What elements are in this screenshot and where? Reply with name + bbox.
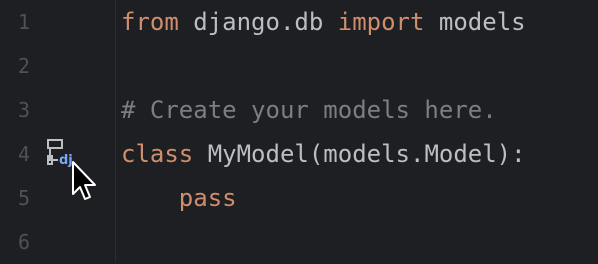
line-code[interactable]: class MyModel(models.Model):: [121, 132, 526, 176]
line-number: 5: [17, 186, 30, 210]
code-editor[interactable]: 1 from django.db import models 2 3 # Cre…: [0, 0, 598, 262]
code-comment: # Create your models here.: [121, 96, 497, 124]
code-token: class: [121, 140, 194, 168]
line-number: 4: [17, 142, 30, 166]
line-code[interactable]: from django.db import models: [121, 0, 526, 44]
line-number: 1: [17, 10, 30, 34]
line-number: 6: [17, 230, 30, 254]
code-token: django.db: [178, 8, 338, 36]
code-token: from: [121, 8, 179, 36]
line-code[interactable]: # Create your models here.: [121, 88, 497, 132]
code-line-3[interactable]: 3 # Create your models here.: [0, 88, 598, 132]
line-number: 2: [17, 54, 30, 78]
code-token: models: [424, 8, 526, 36]
line-number: 3: [17, 98, 30, 122]
code-line-6[interactable]: 6: [0, 220, 598, 264]
code-line-1[interactable]: 1 from django.db import models: [0, 0, 598, 44]
line-code[interactable]: pass: [121, 176, 237, 220]
mouse-pointer-icon: [72, 161, 96, 200]
code-token: import: [337, 8, 425, 36]
code-token: MyModel(models.Model):: [193, 140, 526, 168]
code-token: pass: [178, 184, 237, 212]
code-line-2[interactable]: 2: [0, 44, 598, 88]
